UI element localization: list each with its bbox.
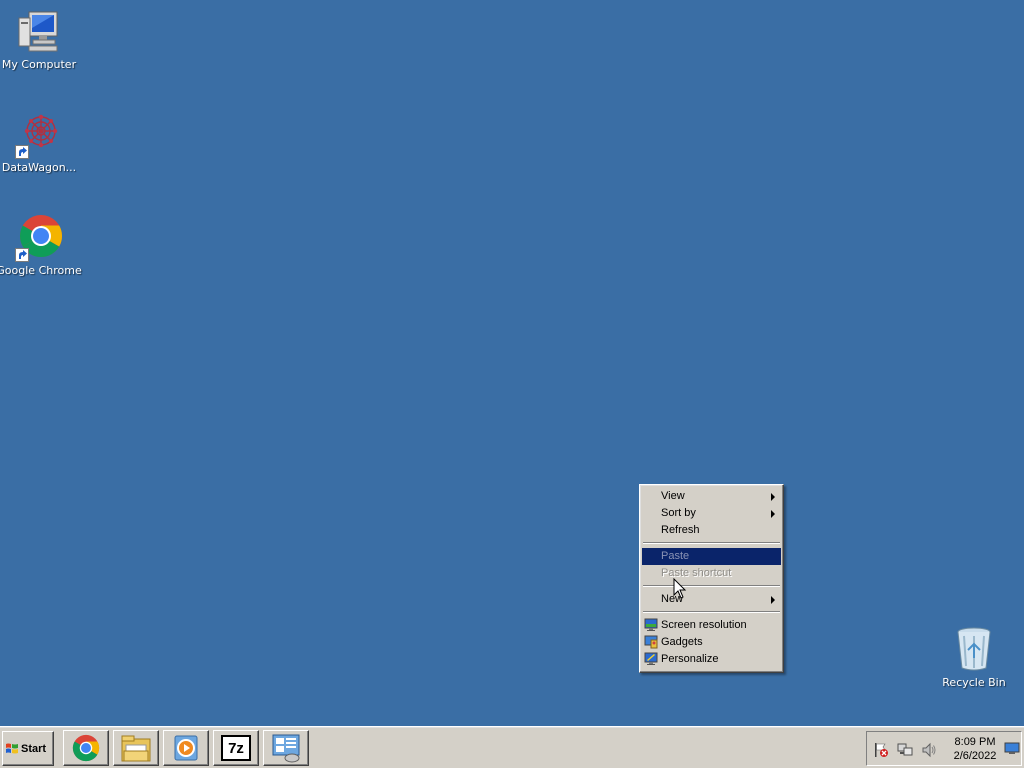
menu-item-label: Screen resolution — [661, 619, 747, 631]
desktop-icon-recycle-bin[interactable]: Recycle Bin — [935, 626, 1013, 689]
menu-item-screen-resolution[interactable]: Screen resolution — [642, 617, 781, 634]
submenu-arrow-icon — [771, 596, 775, 604]
menu-separator — [642, 539, 781, 548]
server-manager-icon — [272, 734, 300, 763]
menu-separator — [642, 608, 781, 617]
menu-item-paste[interactable]: Paste — [642, 548, 781, 565]
menu-item-label: Paste shortcut — [661, 567, 732, 579]
menu-item-label: Sort by — [661, 507, 696, 519]
system-tray: 8:09 PM 2/6/2022 — [866, 731, 1022, 766]
taskbar-chrome-button[interactable] — [63, 730, 109, 766]
7zip-icon-text: 7z — [223, 737, 249, 759]
gadgets-icon — [644, 635, 658, 649]
desktop-context-menu: View Sort by Refresh Paste Paste shortcu… — [639, 484, 784, 673]
desktop-icon-my-computer[interactable]: My Computer — [0, 8, 78, 71]
action-center-flag-icon[interactable] — [873, 742, 889, 758]
datawagon-icon — [15, 111, 63, 159]
menu-separator — [642, 582, 781, 591]
menu-item-label: View — [661, 490, 685, 502]
start-label: Start — [21, 742, 47, 755]
taskbar-7zip-button[interactable]: 7z — [213, 730, 259, 766]
menu-item-view[interactable]: View — [642, 488, 781, 505]
network-icon[interactable] — [897, 742, 913, 758]
menu-item-sort-by[interactable]: Sort by — [642, 505, 781, 522]
shortcut-arrow-icon — [15, 145, 29, 159]
menu-item-label: Personalize — [661, 653, 719, 665]
chrome-icon — [72, 734, 100, 762]
desktop[interactable]: My Computer DataWagon... Google Chrome R… — [0, 0, 1024, 726]
computer-icon — [15, 8, 63, 56]
submenu-arrow-icon — [771, 510, 775, 518]
menu-item-label: Gadgets — [661, 636, 703, 648]
7zip-icon: 7z — [221, 735, 251, 761]
menu-item-personalize[interactable]: Personalize — [642, 651, 781, 668]
tray-clock[interactable]: 8:09 PM 2/6/2022 — [945, 735, 1005, 763]
recycle-bin-icon — [950, 626, 998, 674]
desktop-icon-label: Recycle Bin — [942, 676, 1006, 689]
submenu-arrow-icon — [771, 493, 775, 501]
menu-item-paste-shortcut[interactable]: Paste shortcut — [642, 565, 781, 582]
menu-item-label: Paste — [661, 550, 690, 562]
media-player-icon — [174, 735, 198, 761]
desktop-icon-google-chrome[interactable]: Google Chrome — [0, 214, 82, 277]
windows-flag-icon — [6, 743, 18, 754]
taskbar-explorer-button[interactable] — [113, 730, 159, 766]
menu-item-new[interactable]: New — [642, 591, 781, 608]
desktop-icon-label: DataWagon... — [1, 161, 77, 174]
taskbar: Start 7z 8:09 PM 2/6/2022 — [0, 726, 1024, 768]
menu-item-label: Refresh — [661, 524, 700, 536]
show-desktop-icon[interactable] — [1004, 740, 1020, 756]
shortcut-arrow-icon — [15, 248, 29, 262]
chrome-icon — [15, 214, 63, 262]
clock-time: 8:09 PM — [954, 736, 996, 748]
mouse-cursor-icon — [673, 578, 687, 599]
clock-date: 2/6/2022 — [953, 750, 997, 762]
start-button[interactable]: Start — [2, 731, 54, 766]
menu-item-gadgets[interactable]: Gadgets — [642, 634, 781, 651]
menu-item-refresh[interactable]: Refresh — [642, 522, 781, 539]
desktop-icon-label: My Computer — [1, 58, 77, 71]
screen-resolution-icon — [644, 618, 658, 632]
taskbar-media-player-button[interactable] — [163, 730, 209, 766]
folder-icon — [121, 735, 151, 762]
desktop-icon-datawagon[interactable]: DataWagon... — [0, 111, 78, 174]
volume-icon[interactable] — [921, 742, 937, 758]
personalize-icon — [644, 652, 658, 666]
desktop-icon-label: Google Chrome — [0, 264, 82, 277]
taskbar-server-manager-button[interactable] — [263, 730, 309, 766]
